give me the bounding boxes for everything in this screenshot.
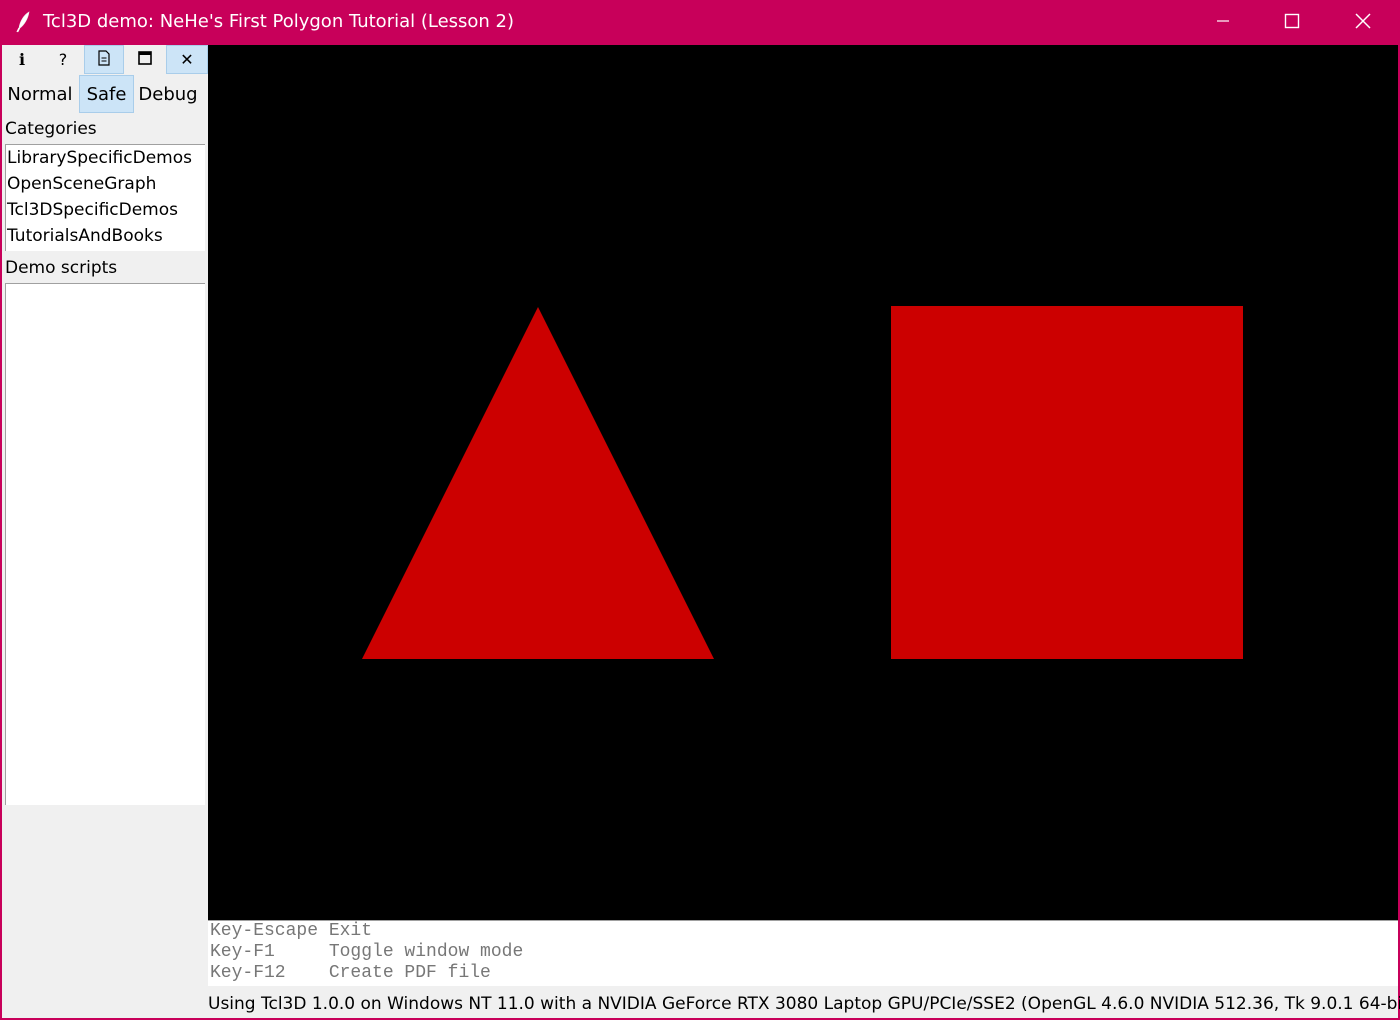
app-window: Tcl3D demo: NeHe's First Polygon Tutoria… [0, 0, 1400, 1020]
key-help-line: Key-F1 Toggle window mode [210, 942, 524, 962]
mode-debug[interactable]: Debug [135, 75, 201, 113]
toolbar: i ? ✕ [2, 45, 208, 74]
key-help-line: Key-Escape Exit [210, 921, 373, 941]
scene-svg [362, 306, 1243, 659]
title-bar[interactable]: Tcl3D demo: NeHe's First Polygon Tutoria… [0, 0, 1400, 45]
category-item[interactable]: OpenSceneGraph [6, 171, 205, 197]
sidebar: i ? ✕ Normal Safe Debug Categories Libra… [2, 45, 208, 990]
window-title: Tcl3D demo: NeHe's First Polygon Tutoria… [43, 11, 515, 32]
close-icon [1354, 12, 1372, 34]
mode-safe[interactable]: Safe [79, 75, 134, 113]
close-icon: ✕ [180, 50, 194, 69]
demo-scripts-list[interactable] [5, 283, 205, 805]
mode-normal[interactable]: Normal [2, 75, 78, 113]
info-icon: i [18, 50, 26, 69]
opengl-canvas[interactable] [208, 45, 1398, 920]
status-bar: Using Tcl3D 1.0.0 on Windows NT 11.0 wit… [208, 994, 1400, 1014]
demo-scripts-label: Demo scripts [5, 258, 118, 278]
minimize-button[interactable] [1188, 0, 1258, 45]
key-help-box[interactable]: Key-Escape Exit Key-F1 Toggle window mod… [208, 920, 1398, 986]
maximize-icon [1284, 13, 1300, 33]
document-icon [97, 49, 111, 70]
mode-selector: Normal Safe Debug [2, 75, 208, 113]
window-icon [137, 50, 153, 70]
categories-list[interactable]: LibrarySpecificDemos OpenSceneGraph Tcl3… [5, 144, 205, 251]
category-item[interactable]: Tcl3DSpecificDemos [6, 197, 205, 223]
key-help-line: Key-F12 Create PDF file [210, 963, 491, 983]
feather-icon [14, 11, 34, 33]
close-button[interactable] [1328, 0, 1398, 45]
help-icon: ? [58, 50, 68, 69]
exit-button[interactable]: ✕ [166, 45, 208, 74]
maximize-button[interactable] [1257, 0, 1327, 45]
category-item[interactable]: LibrarySpecificDemos [6, 145, 205, 171]
info-button[interactable]: i [2, 45, 42, 74]
red-triangle [362, 307, 714, 659]
toggle-window-button[interactable] [125, 45, 165, 74]
open-file-button[interactable] [84, 45, 124, 74]
red-square [891, 306, 1243, 659]
categories-label: Categories [5, 119, 97, 139]
client-area: i ? ✕ Normal Safe Debug Categories Libra… [2, 45, 1400, 1018]
category-item[interactable]: TutorialsAndBooks [6, 223, 205, 249]
help-button[interactable]: ? [43, 45, 83, 74]
minimize-icon [1215, 13, 1231, 33]
